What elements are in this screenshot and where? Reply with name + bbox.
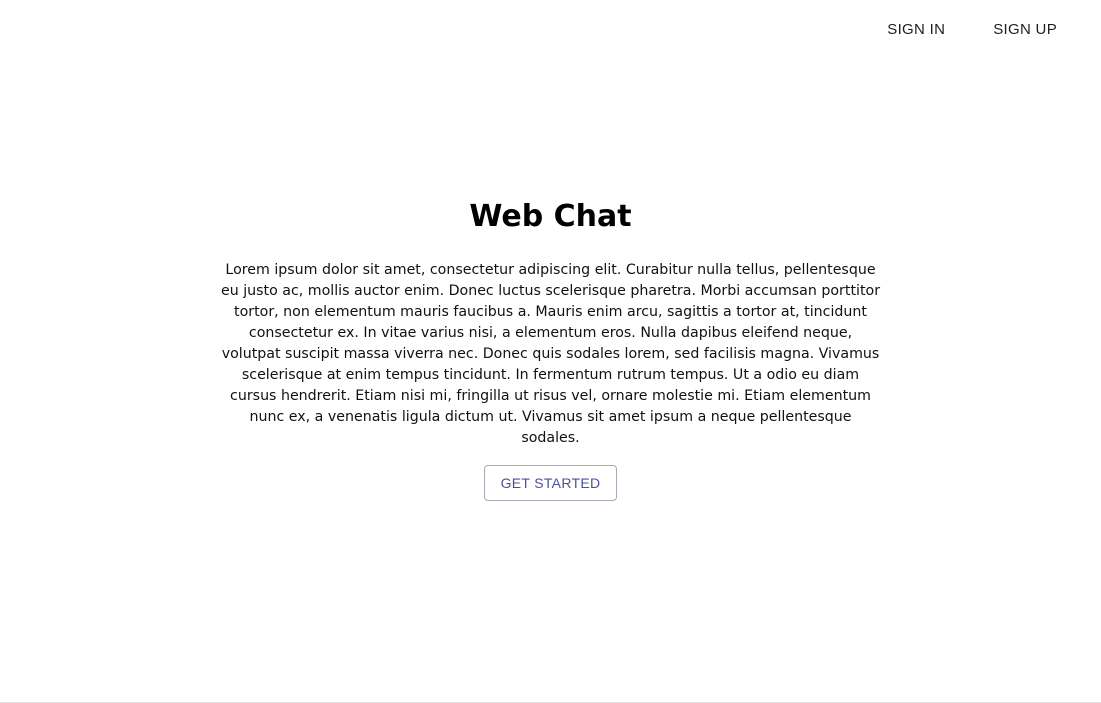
sign-up-button[interactable]: SIGN UP <box>979 15 1071 44</box>
page-title: Web Chat <box>469 199 632 234</box>
sign-in-button[interactable]: SIGN IN <box>873 15 959 44</box>
top-navigation: SIGN IN SIGN UP <box>853 0 1101 58</box>
hero-description: Lorem ipsum dolor sit amet, consectetur … <box>220 262 881 446</box>
hero-section: Web Chat Lorem ipsum dolor sit amet, con… <box>0 196 1101 501</box>
get-started-button[interactable]: GET STARTED <box>483 465 618 501</box>
